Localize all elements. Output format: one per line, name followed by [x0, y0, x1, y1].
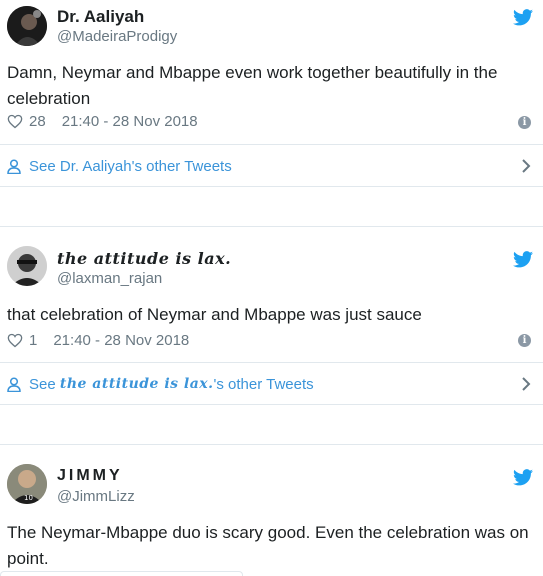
see-suffix: 's other Tweets	[213, 375, 314, 393]
see-other-tweets-link[interactable]: See the attitude is lax. 's other Tweets	[7, 364, 543, 404]
avatar[interactable]	[7, 6, 47, 46]
user-handle[interactable]: @JimmLizz	[57, 488, 135, 505]
heart-icon[interactable]	[7, 114, 23, 129]
avatar[interactable]	[7, 246, 47, 286]
see-username: Dr. Aaliyah	[59, 157, 132, 175]
divider	[0, 186, 543, 187]
timestamp[interactable]: 21:40 - 28 Nov 2018	[62, 113, 198, 130]
display-name[interactable]: JIMMY	[57, 467, 123, 485]
svg-text:10: 10	[24, 494, 33, 502]
twitter-bird-icon[interactable]	[513, 251, 533, 268]
see-suffix: 's other Tweets	[131, 157, 232, 175]
see-other-tweets-link[interactable]: See Dr. Aaliyah 's other Tweets	[7, 146, 543, 186]
like-count[interactable]: 28	[29, 113, 46, 130]
see-prefix: See	[29, 157, 60, 175]
timestamp[interactable]: 21:40 - 28 Nov 2018	[53, 332, 189, 349]
display-name[interactable]: Dr. Aaliyah	[57, 7, 144, 27]
chevron-right-icon[interactable]	[521, 376, 531, 392]
user-icon	[7, 376, 21, 392]
twitter-bird-icon[interactable]	[513, 9, 533, 26]
tweet-text: Damn, Neymar and Mbappe even work togeth…	[7, 63, 498, 108]
chevron-right-icon[interactable]	[521, 158, 531, 174]
info-icon[interactable]: i	[518, 334, 531, 347]
divider	[0, 226, 543, 227]
media-preview-edge	[0, 571, 243, 576]
see-prefix: See	[29, 375, 60, 393]
see-username: the attitude is lax.	[59, 376, 214, 392]
tweet-meta: 28 21:40 - 28 Nov 2018	[7, 113, 198, 130]
tweet-text: The Neymar-Mbappe duo is scary good. Eve…	[7, 523, 529, 568]
user-handle[interactable]: @laxman_rajan	[57, 270, 162, 287]
tweet-card: the attitude is lax. @laxman_rajan that …	[0, 236, 543, 406]
divider	[0, 144, 543, 145]
tweet-card: Dr. Aaliyah @MadeiraProdigy Damn, Neymar…	[0, 0, 543, 187]
tweet-text: that celebration of Neymar and Mbappe wa…	[7, 305, 422, 324]
like-count[interactable]: 1	[29, 332, 37, 349]
info-icon[interactable]: i	[518, 116, 531, 129]
tweet-card: 10 JIMMY @JimmLizz The Neymar-Mbappe duo…	[0, 454, 543, 576]
user-icon	[7, 158, 21, 174]
display-name[interactable]: the attitude is lax.	[57, 249, 231, 268]
avatar[interactable]: 10	[7, 464, 47, 504]
twitter-bird-icon[interactable]	[513, 469, 533, 486]
tweet-meta: 1 21:40 - 28 Nov 2018	[7, 332, 189, 349]
divider	[0, 362, 543, 363]
user-handle[interactable]: @MadeiraProdigy	[57, 28, 177, 45]
divider	[0, 404, 543, 405]
divider	[0, 444, 543, 445]
heart-icon[interactable]	[7, 333, 23, 348]
